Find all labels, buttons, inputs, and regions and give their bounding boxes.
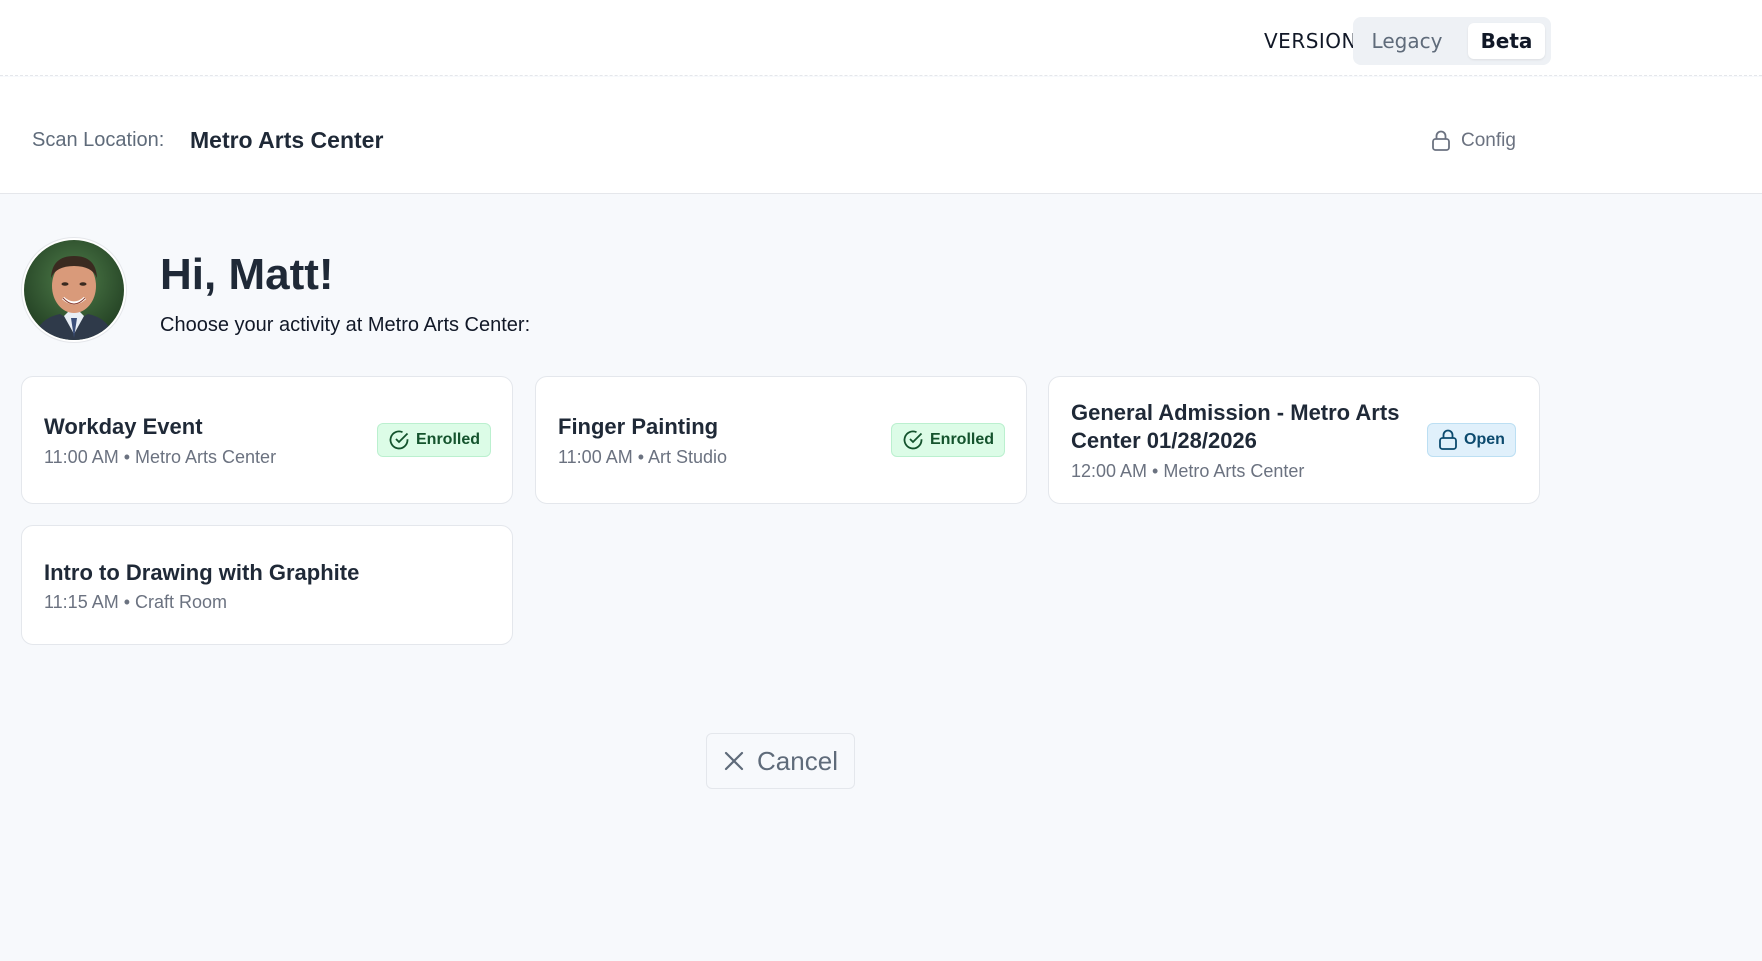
- cancel-button[interactable]: Cancel: [706, 733, 855, 789]
- activity-title: Intro to Drawing with Graphite: [44, 560, 360, 585]
- activity-title-line2: Center 01/28/2026: [1071, 428, 1257, 453]
- version-option-beta[interactable]: Beta: [1468, 23, 1545, 59]
- activity-title: Finger Painting: [558, 414, 719, 439]
- cancel-label: Cancel: [757, 745, 838, 776]
- activity-card-workday-event[interactable]: Workday Event 11:00 AM • Metro Arts Cent…: [21, 376, 513, 504]
- status-badge-label: Enrolled: [930, 431, 995, 448]
- config-button[interactable]: Config: [1431, 129, 1516, 153]
- location-bar: Scan Location: Metro Arts Center Config: [0, 77, 1762, 194]
- activity-title-line1: General Admission - Metro Arts: [1071, 400, 1400, 425]
- greeting-heading: Hi, Matt!: [160, 250, 334, 299]
- version-option-legacy[interactable]: Legacy: [1359, 23, 1455, 59]
- unlock-icon: [1439, 429, 1457, 450]
- activity-meta: 11:00 AM • Metro Arts Center: [44, 447, 277, 467]
- scan-location-value: Metro Arts Center: [190, 127, 384, 153]
- activity-meta: 11:00 AM • Art Studio: [558, 447, 728, 467]
- check-circle-icon: [903, 430, 923, 450]
- check-circle-icon: [389, 430, 409, 450]
- activity-card-intro-drawing[interactable]: Intro to Drawing with Graphite 11:15 AM …: [21, 525, 513, 645]
- version-label: VERSION:: [1264, 29, 1365, 53]
- version-toggle: Legacy Beta: [1353, 17, 1551, 65]
- config-label: Config: [1461, 130, 1516, 151]
- user-avatar: [22, 238, 126, 342]
- status-badge-label: Open: [1464, 431, 1505, 448]
- activity-meta: 11:15 AM • Craft Room: [44, 592, 228, 612]
- activity-title: General Admission - Metro Arts Center 01…: [1071, 399, 1399, 455]
- status-badge: Open: [1427, 423, 1516, 457]
- status-badge-label: Enrolled: [416, 431, 481, 448]
- activity-prompt: Choose your activity at Metro Arts Cente…: [160, 314, 531, 336]
- activity-card-finger-painting[interactable]: Finger Painting 11:00 AM • Art Studio En…: [535, 376, 1027, 504]
- activity-card-general-admission[interactable]: General Admission - Metro Arts Center 01…: [1048, 376, 1540, 504]
- status-badge: Enrolled: [377, 423, 492, 457]
- top-bar: VERSION: Legacy Beta: [0, 0, 1762, 76]
- status-badge: Enrolled: [891, 423, 1006, 457]
- activity-meta: 12:00 AM • Metro Arts Center: [1071, 461, 1305, 481]
- lock-icon: [1432, 130, 1450, 151]
- close-icon: [724, 751, 744, 771]
- activity-title: Workday Event: [44, 414, 203, 439]
- scan-location-label: Scan Location:: [32, 129, 165, 151]
